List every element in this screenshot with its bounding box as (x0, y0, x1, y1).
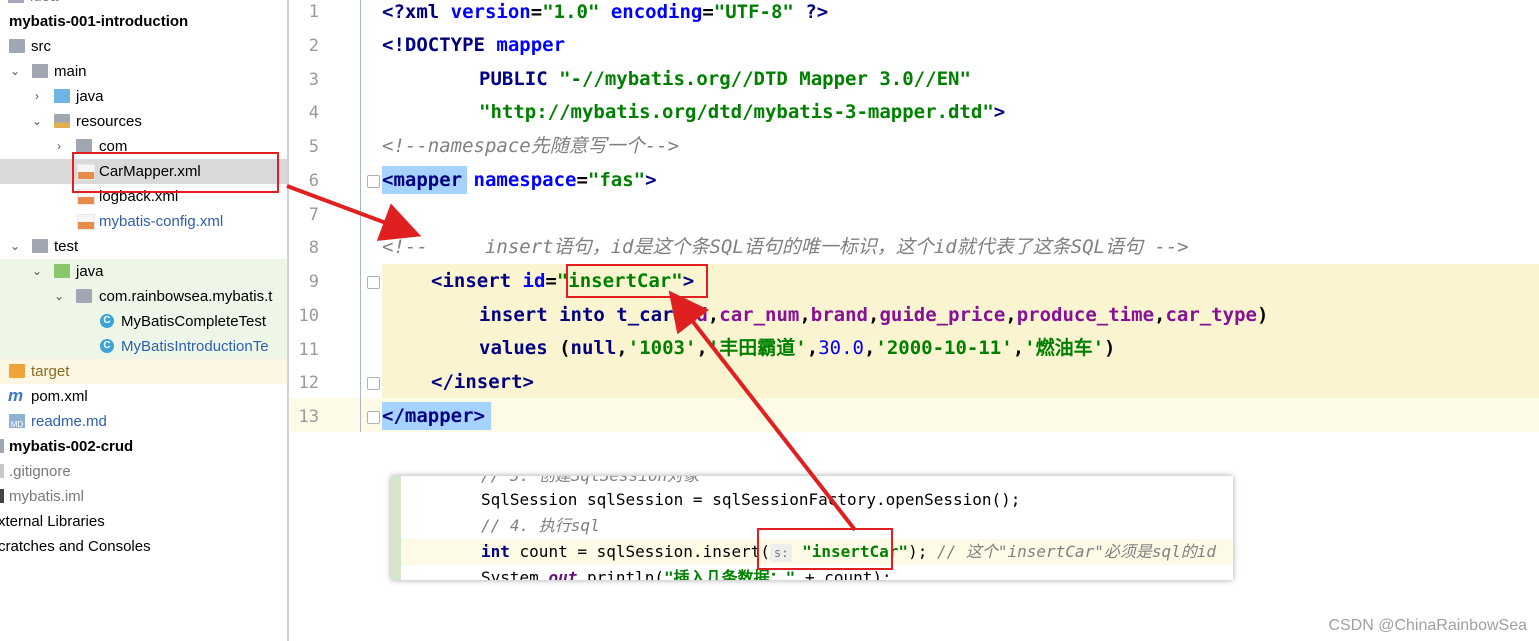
watermark: CSDN @ChinaRainbowSea (1328, 617, 1527, 634)
arrow-arg-to-id (668, 290, 857, 532)
annotation-arrows (286, 184, 857, 532)
arrow-file-to-namespace (286, 184, 422, 241)
